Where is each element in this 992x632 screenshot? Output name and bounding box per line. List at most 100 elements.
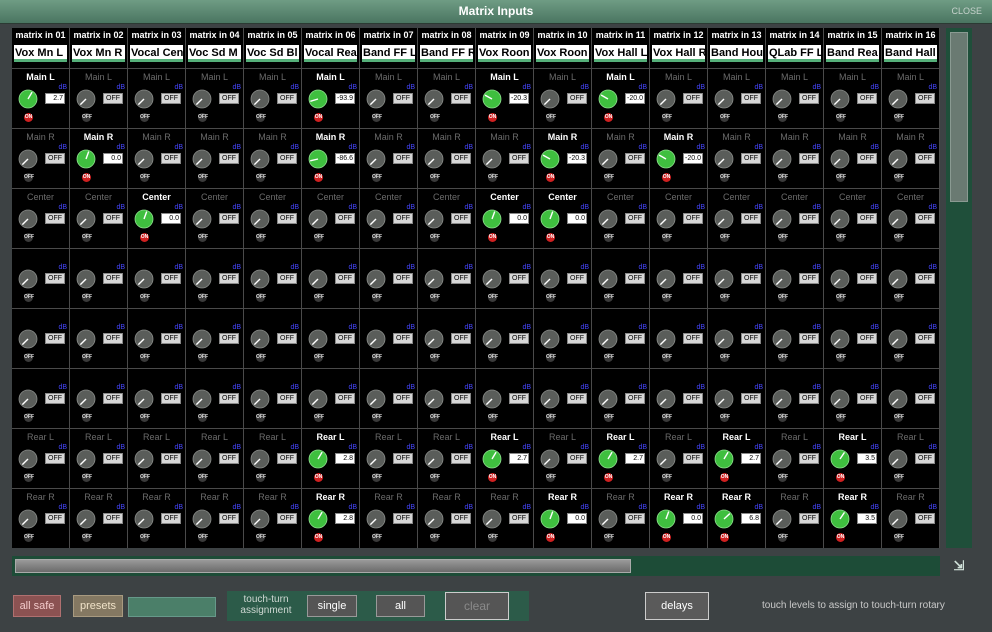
- level-knob-icon[interactable]: [772, 149, 792, 169]
- on-off-switch[interactable]: OFF: [314, 293, 324, 302]
- on-off-switch[interactable]: OFF: [198, 293, 208, 302]
- level-value[interactable]: OFF: [277, 93, 297, 104]
- level-knob-icon[interactable]: [308, 389, 328, 409]
- level-value[interactable]: OFF: [103, 513, 123, 524]
- level-knob-icon[interactable]: [192, 149, 212, 169]
- on-off-switch[interactable]: OFF: [662, 353, 672, 362]
- crosspoint-cell[interactable]: Rear RdB 0.0 ON: [650, 488, 707, 548]
- on-off-switch[interactable]: OFF: [256, 113, 266, 122]
- on-off-switch[interactable]: OFF: [836, 233, 846, 242]
- on-off-switch[interactable]: OFF: [604, 353, 614, 362]
- level-value[interactable]: 6.8: [741, 513, 761, 524]
- on-off-switch[interactable]: ON: [546, 173, 555, 182]
- on-off-switch[interactable]: OFF: [372, 173, 382, 182]
- level-knob-icon[interactable]: [598, 269, 618, 289]
- level-value[interactable]: OFF: [219, 93, 239, 104]
- level-value[interactable]: OFF: [509, 333, 529, 344]
- level-value[interactable]: OFF: [393, 453, 413, 464]
- crosspoint-cell[interactable]: Main RdB OFF OFF: [882, 128, 939, 188]
- on-off-switch[interactable]: OFF: [198, 533, 208, 542]
- level-knob-icon[interactable]: [714, 329, 734, 349]
- level-knob-icon[interactable]: [250, 389, 270, 409]
- level-value[interactable]: 0.0: [509, 213, 529, 224]
- crosspoint-cell[interactable]: Main L dB OFF OFF: [650, 68, 707, 128]
- level-knob-icon[interactable]: [308, 209, 328, 229]
- crosspoint-cell[interactable]: dB OFF OFF: [592, 368, 649, 428]
- on-off-switch[interactable]: OFF: [836, 353, 846, 362]
- on-off-switch[interactable]: OFF: [372, 473, 382, 482]
- level-value[interactable]: 2.7: [625, 453, 645, 464]
- crosspoint-cell[interactable]: Rear L dB OFF OFF: [128, 428, 185, 488]
- crosspoint-cell[interactable]: Main RdB OFF OFF: [418, 128, 475, 188]
- channel-name-field[interactable]: Voc Sd M: [188, 45, 241, 62]
- level-value[interactable]: 0.0: [567, 513, 587, 524]
- level-knob-icon[interactable]: [830, 389, 850, 409]
- vertical-scrollbar[interactable]: [946, 28, 972, 548]
- all-button[interactable]: all: [376, 595, 425, 617]
- level-value[interactable]: OFF: [509, 393, 529, 404]
- level-value[interactable]: OFF: [741, 393, 761, 404]
- on-off-switch[interactable]: OFF: [894, 413, 904, 422]
- crosspoint-cell[interactable]: Center dB OFF OFF: [882, 188, 939, 248]
- on-off-switch[interactable]: OFF: [546, 293, 556, 302]
- on-off-switch[interactable]: OFF: [604, 293, 614, 302]
- on-off-switch[interactable]: OFF: [256, 413, 266, 422]
- level-value[interactable]: -86.6: [335, 153, 355, 164]
- level-knob-icon[interactable]: [772, 509, 792, 529]
- crosspoint-cell[interactable]: Main RdB 0.0 ON: [70, 128, 127, 188]
- crosspoint-cell[interactable]: Main L dB OFF OFF: [70, 68, 127, 128]
- level-value[interactable]: OFF: [451, 513, 471, 524]
- preset-name-field[interactable]: [128, 597, 216, 617]
- level-knob-icon[interactable]: [134, 389, 154, 409]
- level-knob-icon[interactable]: [772, 269, 792, 289]
- crosspoint-cell[interactable]: Main RdB OFF OFF: [476, 128, 533, 188]
- channel-name-field[interactable]: Vox Hall L: [594, 45, 647, 62]
- on-off-switch[interactable]: OFF: [198, 233, 208, 242]
- level-value[interactable]: 2.7: [45, 93, 65, 104]
- crosspoint-cell[interactable]: dB OFF OFF: [476, 248, 533, 308]
- channel-name-field[interactable]: Vox Roon: [478, 45, 531, 62]
- level-knob-icon[interactable]: [656, 89, 676, 109]
- level-knob-icon[interactable]: [714, 149, 734, 169]
- crosspoint-cell[interactable]: Rear RdB 3.5 ON: [824, 488, 881, 548]
- on-off-switch[interactable]: OFF: [430, 113, 440, 122]
- vertical-scroll-thumb[interactable]: [950, 32, 968, 202]
- level-knob-icon[interactable]: [772, 329, 792, 349]
- on-off-switch[interactable]: OFF: [720, 113, 730, 122]
- level-knob-icon[interactable]: [134, 149, 154, 169]
- crosspoint-cell[interactable]: Rear RdB OFF OFF: [592, 488, 649, 548]
- all-safe-button[interactable]: all safe: [13, 595, 61, 617]
- crosspoint-cell[interactable]: Rear RdB OFF OFF: [882, 488, 939, 548]
- crosspoint-cell[interactable]: dB OFF OFF: [708, 368, 765, 428]
- level-knob-icon[interactable]: [18, 149, 38, 169]
- level-value[interactable]: OFF: [393, 393, 413, 404]
- on-off-switch[interactable]: OFF: [198, 113, 208, 122]
- crosspoint-cell[interactable]: Main RdB OFF OFF: [708, 128, 765, 188]
- level-value[interactable]: -20.0: [683, 153, 703, 164]
- crosspoint-cell[interactable]: Rear LdB 2.7 ON: [592, 428, 649, 488]
- level-value[interactable]: OFF: [683, 393, 703, 404]
- level-value[interactable]: OFF: [799, 513, 819, 524]
- level-value[interactable]: OFF: [799, 393, 819, 404]
- level-knob-icon[interactable]: [18, 329, 38, 349]
- crosspoint-cell[interactable]: dB OFF OFF: [592, 248, 649, 308]
- level-knob-icon[interactable]: [714, 389, 734, 409]
- crosspoint-cell[interactable]: dB OFF OFF: [418, 308, 475, 368]
- level-knob-icon[interactable]: [482, 389, 502, 409]
- on-off-switch[interactable]: OFF: [488, 293, 498, 302]
- crosspoint-cell[interactable]: Rear RdB 0.0 ON: [534, 488, 591, 548]
- on-off-switch[interactable]: OFF: [256, 353, 266, 362]
- level-knob-icon[interactable]: [540, 209, 560, 229]
- crosspoint-cell[interactable]: dB OFF OFF: [186, 248, 243, 308]
- level-value[interactable]: OFF: [509, 153, 529, 164]
- level-knob-icon[interactable]: [656, 269, 676, 289]
- level-value[interactable]: OFF: [799, 333, 819, 344]
- on-off-switch[interactable]: OFF: [198, 413, 208, 422]
- level-value[interactable]: OFF: [277, 513, 297, 524]
- crosspoint-cell[interactable]: Main RdB OFF OFF: [128, 128, 185, 188]
- level-value[interactable]: OFF: [393, 93, 413, 104]
- level-knob-icon[interactable]: [656, 509, 676, 529]
- level-value[interactable]: OFF: [915, 213, 935, 224]
- level-knob-icon[interactable]: [424, 509, 444, 529]
- on-off-switch[interactable]: ON: [546, 533, 555, 542]
